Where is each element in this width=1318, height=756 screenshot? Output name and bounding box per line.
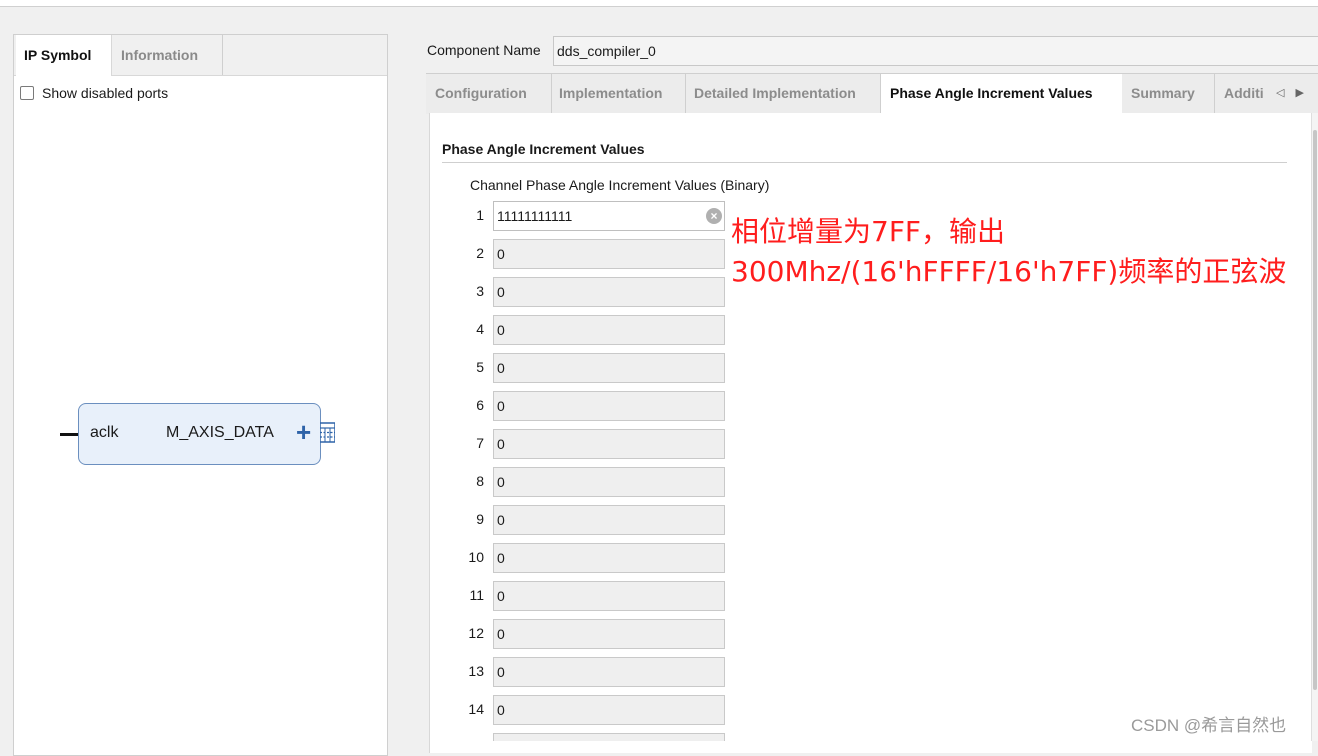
phase-increment-input[interactable]: 0 — [493, 239, 725, 269]
phase-increment-input[interactable]: 0 — [493, 277, 725, 307]
ip-symbol-panel: IP Symbol Information Show disabled port… — [13, 34, 388, 756]
phase-increment-input[interactable]: 11111111111 — [493, 201, 725, 231]
section-divider — [442, 162, 1287, 163]
tab-information[interactable]: Information — [113, 35, 223, 75]
row-number: 11 — [469, 587, 484, 603]
row-number: 12 — [468, 625, 484, 641]
watermark: CSDN @希言自然也 — [1131, 716, 1287, 735]
phase-increment-input[interactable]: 0 — [493, 315, 725, 345]
component-name-label: Component Name — [427, 42, 541, 58]
row-number: 13 — [468, 663, 484, 679]
row-number: 2 — [476, 245, 484, 261]
annotation-line-2: 300Mhz/(16'hFFFF/16'h7FF)频率的正弦波 — [731, 255, 1287, 288]
tab-scroll-left-icon[interactable]: ◁ — [1276, 87, 1284, 99]
phase-increment-input[interactable]: 0 — [493, 353, 725, 383]
tab-scroll-right-icon[interactable]: ▶ — [1296, 87, 1304, 99]
bus-interface-icon — [320, 422, 335, 443]
row-number: 5 — [476, 359, 484, 375]
show-disabled-ports-checkbox[interactable] — [20, 86, 34, 100]
tab-detailed-implementation[interactable]: Detailed Implementation — [685, 74, 881, 114]
top-strip — [0, 0, 1318, 7]
phase-increment-input[interactable]: 0 — [493, 429, 725, 459]
tab-additional[interactable]: Additi — [1215, 74, 1277, 114]
row-number: 1 — [476, 207, 484, 223]
row-number: 3 — [476, 283, 484, 299]
port-aclk-label: aclk — [90, 424, 119, 441]
row-number: 6 — [476, 397, 484, 413]
clear-input-icon[interactable]: × — [706, 208, 722, 224]
row-number: 9 — [476, 511, 484, 527]
row-number: 7 — [476, 435, 484, 451]
phase-increment-input[interactable]: 0 — [493, 657, 725, 687]
phase-increment-input[interactable]: 0 — [493, 543, 725, 573]
row-number: 4 — [476, 321, 484, 337]
row-number: 8 — [476, 473, 484, 489]
tab-scroll-arrows: ◁ ▶ — [1276, 74, 1304, 114]
phase-increment-input[interactable]: 0 — [493, 581, 725, 611]
tab-ip-symbol[interactable]: IP Symbol — [16, 35, 112, 76]
phase-increment-input[interactable]: 0 — [493, 695, 725, 725]
show-disabled-ports-row[interactable]: Show disabled ports — [20, 83, 168, 103]
tab-configuration[interactable]: Configuration — [426, 74, 552, 114]
phase-increment-input[interactable]: 0 — [493, 467, 725, 497]
tab-phase-angle-increment-values[interactable]: Phase Angle Increment Values — [881, 74, 1122, 114]
channel-increment-label: Channel Phase Angle Increment Values (Bi… — [470, 177, 770, 193]
left-tab-bar: IP Symbol Information — [14, 35, 387, 76]
phase-increment-input-partial[interactable] — [493, 733, 725, 741]
annotation-line-1: 相位增量为7FF，输出 — [731, 215, 1006, 248]
phase-increment-input[interactable]: 0 — [493, 505, 725, 535]
expand-interface-icon[interactable]: + — [296, 417, 311, 447]
scrollbar-thumb[interactable] — [1313, 130, 1317, 690]
tab-implementation[interactable]: Implementation — [550, 74, 686, 114]
component-name-field[interactable]: dds_compiler_0 — [553, 36, 1318, 66]
port-m-axis-data-label: M_AXIS_DATA — [166, 424, 274, 441]
section-title: Phase Angle Increment Values — [442, 141, 645, 157]
phase-increment-input[interactable]: 0 — [493, 619, 725, 649]
tab-summary[interactable]: Summary — [1122, 74, 1215, 114]
row-number: 10 — [468, 549, 484, 565]
row-number: 14 — [468, 701, 484, 717]
config-tab-bar: Configuration Implementation Detailed Im… — [426, 73, 1318, 114]
phase-increment-input[interactable]: 0 — [493, 391, 725, 421]
aclk-pin — [60, 433, 78, 436]
show-disabled-ports-label: Show disabled ports — [42, 85, 169, 101]
